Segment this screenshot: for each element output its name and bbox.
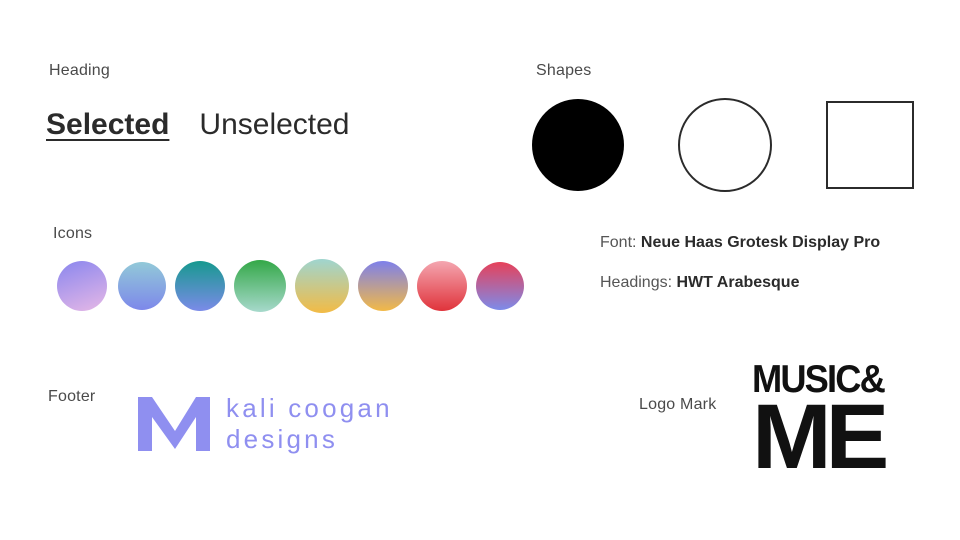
music-and-me-logo: MUSIC& ME	[752, 360, 894, 483]
outline-square-shape	[826, 101, 914, 189]
headings-label: Headings:	[600, 274, 673, 291]
footer-logo: kali coogan designs	[138, 393, 393, 455]
pink-red-gradient-icon[interactable]	[417, 261, 467, 311]
logo-mark-section-label: Logo Mark	[639, 396, 717, 413]
font-value: Neue Haas Grotesk Display Pro	[640, 234, 881, 251]
icons-section-label: Icons	[53, 225, 93, 242]
font-label: Font:	[600, 234, 637, 251]
heading-unselected-tab[interactable]: Unselected	[199, 108, 349, 142]
green-mint-gradient-icon[interactable]	[234, 260, 286, 312]
red-blue-gradient-icon[interactable]	[476, 262, 524, 310]
teal-blue-gradient-icon[interactable]	[118, 262, 166, 310]
headings-font-info: Headings: HWT Arabesque	[600, 274, 799, 292]
purple-pink-gradient-icon[interactable]	[57, 261, 107, 311]
heading-examples: Selected Unselected	[46, 108, 350, 142]
outline-circle-shape	[678, 98, 772, 192]
footer-wordmark-line1: kali coogan	[226, 393, 393, 423]
footer-section-label: Footer	[48, 388, 96, 405]
headings-value: HWT Arabesque	[676, 274, 800, 291]
filled-circle-shape	[532, 99, 624, 191]
icon-swatches	[57, 259, 524, 313]
mint-yellow-gradient-icon[interactable]	[295, 259, 349, 313]
font-info: Font: Neue Haas Grotesk Display Pro	[600, 234, 880, 252]
shapes-section-label: Shapes	[536, 62, 592, 79]
logo-line2: ME	[752, 386, 889, 488]
deep-teal-blue-gradient-icon[interactable]	[175, 261, 225, 311]
m-monogram-icon	[138, 397, 210, 451]
footer-wordmark-line2: designs	[226, 424, 339, 454]
heading-selected-tab[interactable]: Selected	[46, 108, 169, 142]
blue-yellow-gradient-icon[interactable]	[358, 261, 408, 311]
heading-section-label: Heading	[49, 62, 111, 79]
footer-wordmark: kali coogan designs	[226, 393, 393, 455]
